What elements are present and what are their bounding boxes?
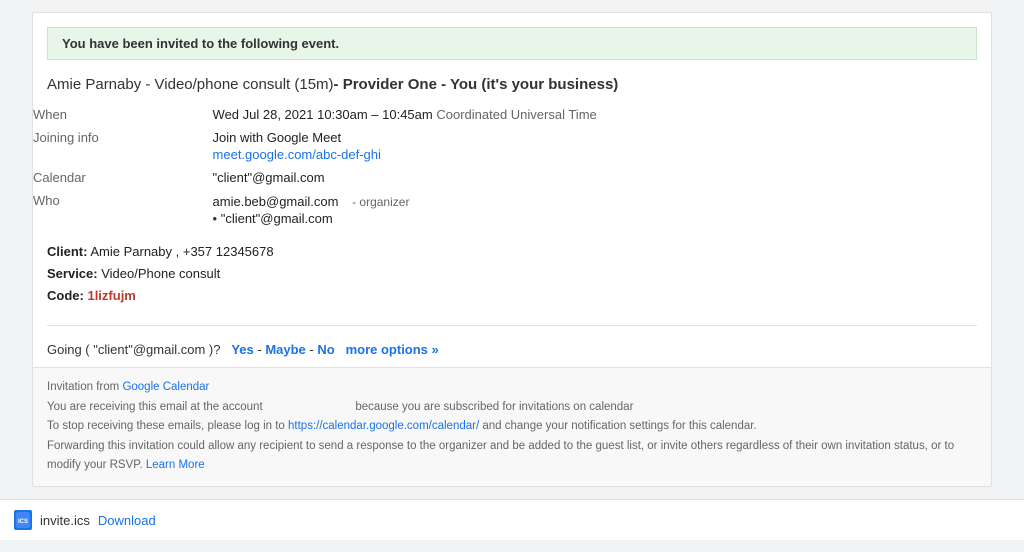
event-title: Amie Parnaby - Video/phone consult (15m)… (33, 70, 991, 103)
footer-line3: Forwarding this invitation could allow a… (47, 437, 977, 476)
service-info: Service: Video/Phone consult (47, 263, 977, 285)
extra-info: Client: Amie Parnaby , +357 12345678 Ser… (33, 231, 991, 315)
code-info: Code: 1lizfujm (47, 285, 977, 307)
ics-icon: ICS (14, 510, 32, 530)
rsvp-no-link[interactable]: No (317, 342, 334, 357)
footer-line2: To stop receiving these emails, please l… (47, 417, 977, 437)
who-value: amie.beb@gmail.com - organizer "client"@… (213, 189, 991, 231)
attachment-filename: invite.ics (40, 513, 90, 528)
who-label: Who (33, 189, 213, 231)
calendar-value: "client"@gmail.com (213, 166, 991, 189)
footer-section: Invitation from Google Calendar You are … (33, 367, 991, 486)
client-info: Client: Amie Parnaby , +357 12345678 (47, 241, 977, 263)
when-value: Wed Jul 28, 2021 10:30am – 10:45am Coord… (213, 103, 991, 126)
invite-banner: You have been invited to the following e… (47, 27, 977, 60)
event-details-table: When Wed Jul 28, 2021 10:30am – 10:45am … (33, 103, 991, 231)
calendar-label: Calendar (33, 166, 213, 189)
when-row: When Wed Jul 28, 2021 10:30am – 10:45am … (33, 103, 991, 126)
joining-row: Joining info Join with Google Meet meet.… (33, 126, 991, 166)
joining-value: Join with Google Meet meet.google.com/ab… (213, 126, 991, 166)
who-row: Who amie.beb@gmail.com - organizer "clie… (33, 189, 991, 231)
attachment-bar: ICS invite.ics Download (0, 499, 1024, 540)
calendar-row: Calendar "client"@gmail.com (33, 166, 991, 189)
divider (47, 325, 977, 326)
rsvp-maybe-link[interactable]: Maybe (265, 342, 305, 357)
who-organizer-item: amie.beb@gmail.com - organizer (213, 193, 985, 210)
meet-link[interactable]: meet.google.com/abc-def-ghi (213, 147, 985, 162)
calendar-stop-link[interactable]: https://calendar.google.com/calendar/ (288, 420, 479, 432)
svg-text:ICS: ICS (18, 519, 28, 525)
joining-label: Joining info (33, 126, 213, 166)
going-section: Going ( "client"@gmail.com )? Yes - Mayb… (33, 336, 991, 367)
who-attendee-item: "client"@gmail.com (213, 210, 985, 227)
footer-line1: You are receiving this email at the acco… (47, 398, 977, 418)
rsvp-more-options-link[interactable]: more options » (346, 342, 439, 357)
google-calendar-link[interactable]: Google Calendar (122, 381, 209, 393)
learn-more-link[interactable]: Learn More (146, 459, 205, 471)
footer-line0: Invitation from Google Calendar (47, 378, 977, 398)
rsvp-yes-link[interactable]: Yes (231, 342, 253, 357)
when-label: When (33, 103, 213, 126)
download-button[interactable]: Download (98, 513, 156, 528)
